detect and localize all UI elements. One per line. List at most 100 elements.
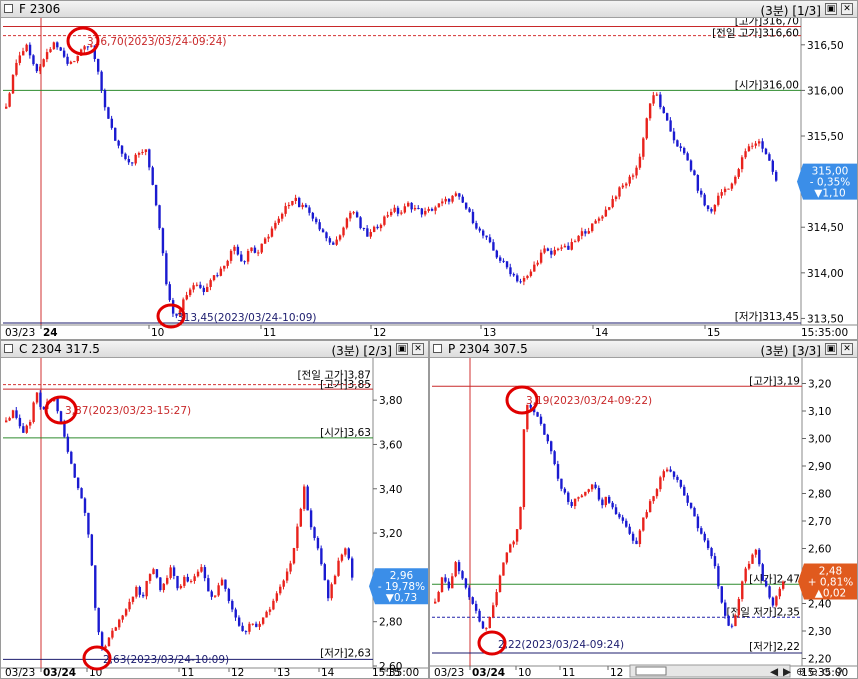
candle-body [737, 169, 740, 177]
restore-icon[interactable]: ▣ [825, 3, 837, 15]
price-chart-c2304[interactable]: 3,803,603,403,203,002,802,6003/2303/2410… [1, 358, 429, 679]
candle-body [210, 591, 213, 597]
zoom-reset-icon[interactable]: ⊙ [822, 666, 831, 678]
restore-icon[interactable]: ▣ [396, 343, 408, 355]
candle-body [533, 264, 536, 272]
candle-body [584, 231, 587, 234]
scroll-left-icon[interactable]: ◀ [770, 666, 779, 678]
panel-menu-icon[interactable] [4, 4, 13, 13]
x-tick-label: 11 [263, 327, 276, 339]
close-icon[interactable]: ✕ [412, 343, 424, 355]
candle-body [567, 245, 570, 250]
candle-body [573, 241, 577, 243]
candle-body [8, 93, 11, 107]
candle-body [526, 404, 529, 430]
interval-label[interactable]: (3분) [760, 4, 788, 18]
candle-body [296, 526, 299, 549]
price-chart-p2304[interactable]: 3,203,103,002,902,802,702,602,502,402,30… [430, 358, 858, 679]
candle-body [134, 154, 137, 164]
scroll-right-icon[interactable]: ▶ [783, 666, 792, 678]
candle-body [243, 261, 246, 263]
candle-body [475, 223, 478, 229]
candle-body [396, 207, 400, 214]
candle-body [114, 627, 118, 631]
candle-body [747, 563, 751, 569]
panel-titlebar: F 2306 (3분) [1/3] ▣ ✕ [1, 1, 857, 18]
candle-body [321, 229, 325, 233]
candle-body [689, 160, 693, 171]
candle-body [219, 268, 223, 276]
interval-label[interactable]: (3분) [331, 344, 359, 358]
candle-body [519, 281, 522, 283]
settings-icon[interactable]: ⚲ [835, 666, 843, 678]
candle-body [347, 548, 350, 559]
candle-body [515, 529, 519, 542]
candle-body [413, 207, 417, 210]
candle-body [550, 441, 553, 452]
candle-body [492, 605, 495, 617]
candle-body [505, 261, 509, 268]
candle-body [135, 586, 138, 597]
candle-body [744, 568, 747, 582]
candle-body [28, 422, 32, 426]
zoom-in-icon[interactable]: ⊕ [796, 666, 805, 678]
candle-body [560, 478, 563, 489]
candle-body [275, 593, 279, 601]
y-tick-label: 315,50 [807, 131, 844, 143]
candle-body [775, 171, 778, 181]
y-tick-label: 2,40 [808, 599, 831, 611]
candle-body [267, 236, 270, 239]
panel-menu-icon[interactable] [433, 344, 442, 353]
candle-body [720, 586, 723, 603]
candle-body [94, 565, 97, 608]
candle-body [165, 253, 168, 285]
candle-body [768, 586, 771, 598]
candle-body [145, 580, 148, 597]
badge-change: ▼1,10 [814, 188, 845, 200]
candle-body [509, 267, 512, 275]
candle-body [550, 250, 553, 255]
candle-body [546, 248, 550, 251]
zoom-out-icon[interactable]: ⊖ [809, 666, 818, 678]
candle-body [59, 47, 62, 51]
price-chart-f2306[interactable]: 316,50316,00315,50315,00314,50314,00313,… [1, 18, 858, 340]
candle-body [257, 252, 260, 254]
candle-body [172, 567, 176, 576]
level-label-open: [시가]3,63 [320, 427, 371, 439]
candle-body [137, 153, 141, 155]
y-tick-label: 3,40 [379, 484, 402, 496]
candle-body [577, 497, 580, 499]
candle-body [430, 208, 434, 211]
candle-body [59, 411, 63, 423]
candle-body [241, 625, 244, 632]
y-tick-label: 2,60 [808, 544, 831, 556]
candle-body [393, 207, 396, 212]
candle-body [638, 530, 642, 545]
candle-body [224, 579, 227, 589]
candle-body [313, 527, 316, 538]
candle-body [176, 575, 179, 589]
candle-body [485, 235, 488, 238]
close-icon[interactable]: ✕ [841, 343, 853, 355]
candle-body [100, 632, 104, 649]
candle-body [76, 477, 80, 489]
y-tick-label: 316,00 [807, 85, 844, 97]
restore-icon[interactable]: ▣ [825, 343, 837, 355]
candle-body [206, 286, 209, 292]
y-tick-label: 313,50 [807, 313, 844, 325]
candle-body [580, 231, 584, 236]
candle-body [560, 247, 563, 249]
candle-body [128, 601, 131, 610]
candle-body [665, 113, 669, 121]
interval-label[interactable]: (3분) [760, 344, 788, 358]
y-tick-label: 314,00 [807, 268, 844, 280]
candle-body [662, 107, 665, 114]
candle-body [740, 157, 744, 170]
candle-body [683, 486, 686, 496]
candle-body [488, 237, 492, 243]
close-icon[interactable]: ✕ [841, 3, 853, 15]
candle-body [22, 426, 25, 433]
panel-menu-icon[interactable] [4, 344, 13, 353]
candle-body [227, 588, 231, 601]
candle-body [244, 631, 248, 633]
